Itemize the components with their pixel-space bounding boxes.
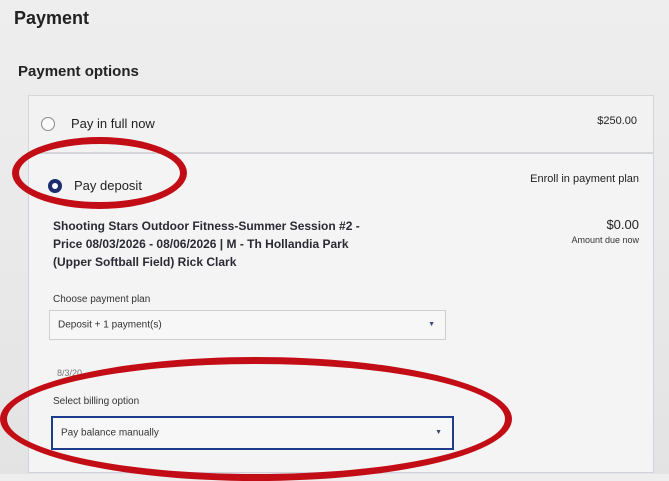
- partial-date: 8/3/20: [57, 368, 83, 378]
- amount-due-caption: Amount due now: [571, 235, 639, 245]
- billing-option-select[interactable]: Pay balance manually ▼: [51, 416, 454, 450]
- amount-due: $0.00: [606, 217, 639, 232]
- option-pay-in-full-amount: $250.00: [597, 115, 637, 127]
- option-pay-deposit-label: Pay deposit: [74, 178, 142, 193]
- payment-plan-label: Choose payment plan: [53, 294, 151, 305]
- chevron-down-icon: ▼: [435, 429, 442, 437]
- enroll-payment-plan-label: Enroll in payment plan: [530, 173, 639, 185]
- option-pay-in-full-label: Pay in full now: [71, 116, 155, 131]
- billing-option-value: Pay balance manually: [61, 427, 159, 439]
- radio-pay-deposit[interactable]: [48, 179, 62, 193]
- option-pay-in-full[interactable]: Pay in full now $250.00: [28, 95, 654, 153]
- page-title: Payment: [14, 8, 90, 28]
- enrollment-line-1: Shooting Stars Outdoor Fitness-Summer Se…: [53, 219, 360, 233]
- chevron-down-icon: ▼: [428, 321, 435, 329]
- payment-plan-select[interactable]: Deposit + 1 payment(s) ▼: [49, 310, 446, 340]
- enrollment-line-2: Price 08/03/2026 - 08/06/2026 | M - Th H…: [53, 237, 349, 251]
- enrollment-line-3: (Upper Softball Field) Rick Clark: [53, 255, 237, 269]
- payment-plan-value: Deposit + 1 payment(s): [58, 319, 162, 331]
- billing-option-label: Select billing option: [53, 396, 140, 407]
- radio-pay-in-full[interactable]: [41, 117, 55, 131]
- section-title: Payment options: [18, 63, 139, 80]
- option-pay-deposit[interactable]: Pay deposit Enroll in payment plan Shoot…: [28, 153, 654, 473]
